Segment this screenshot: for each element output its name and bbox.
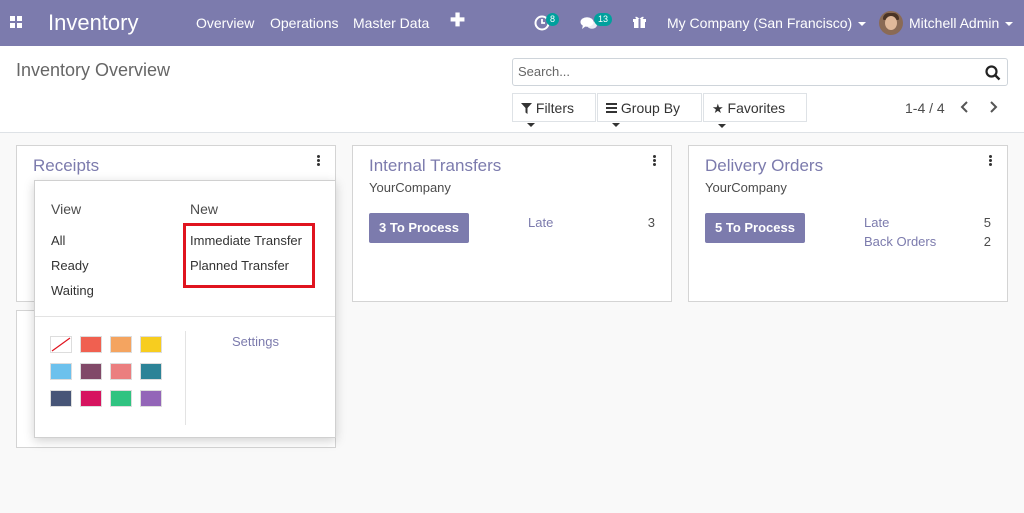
color-swatch[interactable]: [50, 336, 72, 353]
chevron-down-icon: [718, 124, 726, 129]
control-panel: Inventory Overview Filters Group By ★ Fa…: [0, 46, 1024, 133]
messages-button[interactable]: 13: [580, 13, 616, 33]
company-name: My Company (San Francisco): [667, 15, 853, 31]
card-menu-icon[interactable]: [989, 155, 993, 169]
card-company: YourCompany: [369, 180, 451, 195]
chevron-down-icon: [612, 123, 620, 128]
back-orders-link[interactable]: Back Orders: [864, 234, 936, 249]
filter-icon: [521, 103, 532, 114]
color-swatch[interactable]: [110, 390, 132, 407]
color-swatch[interactable]: [80, 390, 102, 407]
color-swatch[interactable]: [110, 363, 132, 380]
divider: [185, 331, 186, 425]
group-by-label: Group By: [620, 100, 681, 116]
card-title[interactable]: Delivery Orders: [705, 156, 823, 176]
card-title[interactable]: Receipts: [33, 156, 99, 176]
messages-count-badge: 13: [594, 13, 613, 26]
view-ready-item[interactable]: Ready: [51, 258, 89, 273]
gift-icon[interactable]: [632, 14, 648, 30]
color-swatch[interactable]: [110, 336, 132, 353]
chevron-left-icon[interactable]: [960, 101, 970, 113]
plus-icon[interactable]: ✚: [450, 10, 465, 31]
color-swatch[interactable]: [140, 363, 162, 380]
favorites-button[interactable]: ★ Favorites: [703, 93, 807, 129]
late-link[interactable]: Late: [528, 215, 553, 230]
activity-button[interactable]: 8: [534, 13, 564, 33]
card-title[interactable]: Internal Transfers: [369, 156, 501, 176]
color-swatch[interactable]: [80, 363, 102, 380]
new-header: New: [190, 201, 219, 217]
color-swatch[interactable]: [50, 363, 72, 380]
view-header: View: [51, 201, 82, 217]
late-count: 5: [983, 215, 991, 230]
late-count: 3: [647, 215, 655, 230]
color-swatch[interactable]: [140, 390, 162, 407]
color-swatch[interactable]: [140, 336, 162, 353]
view-waiting-item[interactable]: Waiting: [51, 283, 94, 298]
chevron-right-icon[interactable]: [988, 101, 998, 113]
highlight-box: [183, 223, 315, 288]
filters-button[interactable]: Filters: [512, 93, 596, 128]
search-box[interactable]: [512, 58, 1008, 86]
to-process-button[interactable]: 5 To Process: [705, 213, 805, 243]
pager-value[interactable]: 1-4 / 4: [905, 100, 945, 116]
filters-label: Filters: [535, 100, 575, 116]
company-switcher[interactable]: My Company (San Francisco): [667, 15, 867, 31]
chevron-down-icon: [527, 123, 535, 128]
group-by-button[interactable]: Group By: [597, 93, 702, 128]
search-icon[interactable]: [985, 65, 1001, 81]
card-menu-icon[interactable]: [317, 155, 321, 169]
list-icon: [606, 103, 617, 113]
card-company: YourCompany: [705, 180, 787, 195]
menu-operations[interactable]: Operations: [270, 15, 338, 31]
card-dropdown-menu: View New All Ready Waiting Immediate Tra…: [34, 180, 336, 438]
color-swatch[interactable]: [80, 336, 102, 353]
delivery-orders-card[interactable]: Delivery Orders YourCompany 5 To Process…: [688, 145, 1008, 302]
menu-overview[interactable]: Overview: [196, 15, 254, 31]
activity-count-badge: 8: [546, 13, 560, 26]
menu-master-data[interactable]: Master Data: [353, 15, 429, 31]
user-avatar[interactable]: [879, 11, 903, 35]
late-link[interactable]: Late: [864, 215, 889, 230]
internal-transfers-card[interactable]: Internal Transfers YourCompany 3 To Proc…: [352, 145, 672, 302]
user-name: Mitchell Admin: [909, 15, 1000, 31]
favorites-label: Favorites: [727, 100, 786, 116]
chevron-down-icon: [1005, 22, 1014, 27]
back-orders-count: 2: [983, 234, 991, 249]
search-input[interactable]: [518, 64, 978, 79]
settings-link[interactable]: Settings: [232, 334, 279, 349]
card-menu-icon[interactable]: [653, 155, 657, 169]
color-swatch[interactable]: [50, 390, 72, 407]
apps-menu-icon[interactable]: [10, 16, 22, 28]
page-title: Inventory Overview: [16, 60, 171, 80]
top-navbar: Inventory Overview Operations Master Dat…: [0, 0, 1024, 46]
star-icon: ★: [712, 101, 724, 116]
to-process-button[interactable]: 3 To Process: [369, 213, 469, 243]
view-all-item[interactable]: All: [51, 233, 65, 248]
chevron-down-icon: [858, 22, 867, 27]
user-menu[interactable]: Mitchell Admin: [909, 15, 1014, 31]
app-title[interactable]: Inventory: [48, 10, 139, 36]
divider: [35, 316, 335, 317]
